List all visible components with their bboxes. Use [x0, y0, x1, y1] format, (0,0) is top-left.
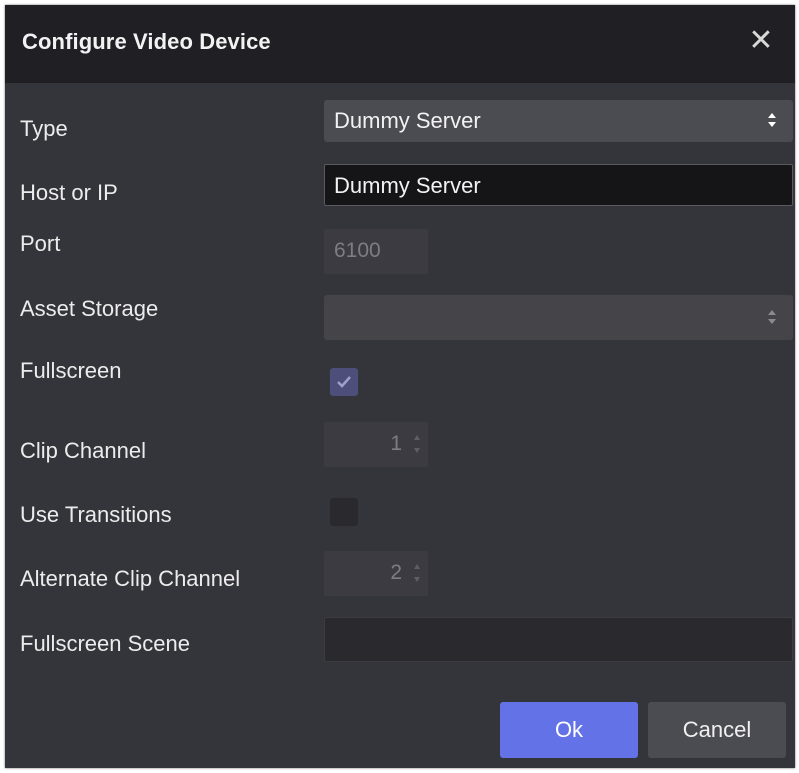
port-label: Port — [20, 231, 61, 256]
close-icon[interactable]: ✕ — [741, 21, 781, 61]
fullscreen-checkbox[interactable] — [330, 368, 358, 396]
alternate-clip-channel-spinbox[interactable]: 2 — [324, 551, 428, 596]
configure-video-device-dialog: Configure Video Device ✕ Type Dummy Serv… — [5, 5, 795, 768]
clip-channel-spinbox[interactable]: 1 — [324, 422, 428, 467]
alternate-clip-channel-value: 2 — [390, 561, 402, 584]
type-select[interactable]: Dummy Server — [324, 100, 793, 142]
port-input[interactable]: 6100 — [324, 229, 428, 274]
dialog-title: Configure Video Device — [22, 29, 271, 54]
port-input-value: 6100 — [334, 239, 381, 262]
spin-arrows-icon[interactable] — [412, 429, 422, 459]
asset-storage-select[interactable] — [324, 295, 793, 340]
updown-arrows-icon — [768, 113, 776, 127]
use-transitions-checkbox[interactable] — [330, 498, 358, 526]
type-label: Type — [20, 116, 68, 141]
ok-button[interactable]: Ok — [500, 702, 638, 758]
fullscreen-label: Fullscreen — [20, 358, 122, 383]
type-select-value: Dummy Server — [334, 108, 481, 133]
asset-storage-label: Asset Storage — [20, 296, 159, 321]
use-transitions-label: Use Transitions — [20, 502, 172, 527]
host-input[interactable]: Dummy Server — [324, 164, 793, 206]
checkmark-icon — [337, 376, 351, 388]
host-input-value: Dummy Server — [334, 173, 481, 198]
updown-arrows-icon — [768, 310, 776, 324]
spin-arrows-icon[interactable] — [412, 558, 422, 588]
title-bar: Configure Video Device ✕ — [5, 5, 795, 83]
fullscreen-scene-label: Fullscreen Scene — [20, 631, 190, 656]
cancel-button[interactable]: Cancel — [648, 702, 786, 758]
clip-channel-label: Clip Channel — [20, 438, 146, 463]
alternate-clip-channel-label: Alternate Clip Channel — [20, 566, 241, 591]
clip-channel-value: 1 — [390, 432, 402, 455]
fullscreen-scene-input[interactable] — [324, 617, 793, 662]
host-label: Host or IP — [20, 180, 118, 205]
